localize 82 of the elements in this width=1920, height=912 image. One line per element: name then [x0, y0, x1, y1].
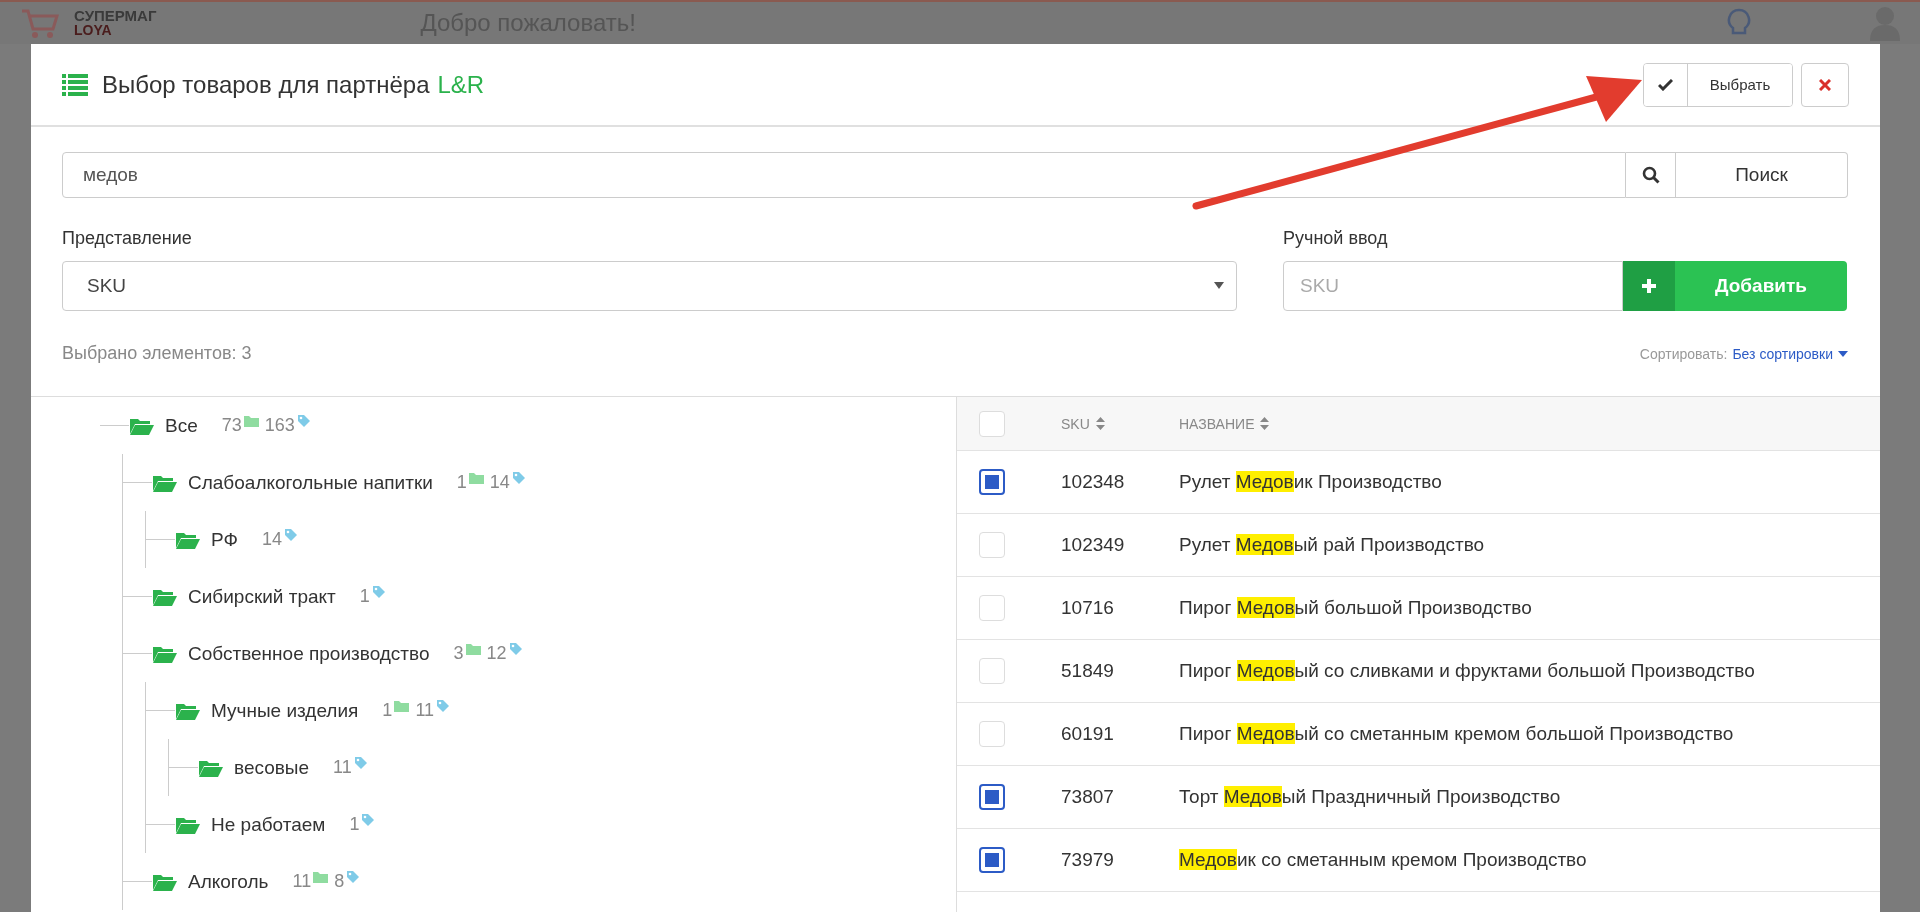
close-icon	[1819, 78, 1831, 91]
item-count: 12	[486, 643, 507, 664]
sort-icon[interactable]	[1260, 417, 1270, 430]
table-cell-text: 51849	[1061, 660, 1115, 682]
caret-icon	[1838, 350, 1848, 357]
check-icon	[1658, 78, 1673, 91]
tree-item[interactable]: Слабоалкогольные напитки	[188, 471, 433, 494]
tag-icon	[508, 641, 523, 656]
plus-button[interactable]	[1623, 261, 1675, 311]
item-count: 8	[334, 871, 345, 892]
row-checkbox[interactable]	[979, 784, 1005, 810]
table-cell: Торт Медовый Праздничный Производство	[1179, 786, 1561, 808]
item-count: 163	[264, 415, 295, 436]
close-button[interactable]	[1801, 62, 1849, 107]
sort-label: Сортировать:	[1639, 345, 1728, 362]
folder-icon	[394, 699, 410, 712]
folder-count: 1	[382, 700, 393, 721]
tree-item[interactable]: Мучные изделия	[211, 699, 359, 722]
tree-item[interactable]: Собственное производство	[188, 642, 430, 665]
table-cell: Пирог Медовый большой Производство	[1179, 597, 1532, 619]
table-cell: Рулет Медовик Производство	[1179, 471, 1442, 493]
row-checkbox[interactable]	[979, 469, 1005, 495]
table-cell-text: 102348	[1061, 471, 1126, 493]
folder-count: 3	[453, 643, 464, 664]
sort-icon[interactable]	[1095, 417, 1105, 430]
table-cell-text: 102349	[1061, 534, 1126, 556]
folder-count: 11	[292, 871, 312, 892]
partner-name: L&R	[437, 70, 485, 99]
sort-dropdown[interactable]: Без сортировки	[1732, 345, 1848, 362]
tree-item[interactable]: РФ	[211, 528, 238, 551]
tag-icon	[296, 413, 311, 428]
search-button[interactable]: Поиск	[1676, 152, 1848, 198]
folder-icon	[243, 414, 259, 427]
table-cell-text: 73807	[1061, 786, 1115, 808]
tree-item[interactable]: Не работаем	[211, 813, 326, 836]
plus-icon	[1641, 278, 1657, 294]
tag-icon	[511, 470, 526, 485]
selected-count: Выбрано элементов: 3	[62, 343, 253, 364]
table-cell: Пирог Медовый со сливками и фруктами большой Производство	[1179, 660, 1755, 682]
row-checkbox[interactable]	[979, 847, 1005, 873]
view-dropdown[interactable]: SKU	[62, 261, 1237, 311]
folder-count: 73	[221, 415, 242, 436]
folder-icon	[465, 642, 481, 655]
search-field[interactable]: медов	[62, 152, 1626, 198]
tag-icon	[371, 584, 386, 599]
item-count: 11	[415, 700, 435, 721]
table-cell-text: 10716	[1061, 597, 1115, 619]
table-cell-text: 73979	[1061, 849, 1115, 871]
tag-icon	[353, 755, 368, 770]
tree-item[interactable]: Алкоголь	[188, 870, 269, 893]
tree-item[interactable]: Все	[165, 414, 198, 437]
tag-icon	[361, 812, 376, 827]
table-cell-text: 60191	[1061, 723, 1115, 745]
logo-text: СУПЕРМАГ	[74, 8, 157, 23]
search-icon-button[interactable]	[1626, 152, 1676, 198]
table-cell: Пирог Медовый со сметанным кремом большой Производство	[1179, 723, 1734, 745]
search-icon	[1641, 166, 1660, 184]
field-label: Представление	[62, 228, 193, 249]
field-label: Ручной ввод	[1283, 228, 1389, 249]
tree-item[interactable]: Сибирский тракт	[188, 585, 336, 608]
folder-icon	[468, 471, 484, 484]
table-cell: Рулет Медовый рай Производство	[1179, 534, 1485, 556]
confirm-button[interactable]	[1644, 63, 1688, 106]
list-icon	[62, 73, 88, 96]
cart-icon	[20, 7, 60, 39]
table-cell: Медовик со сметанным кремом Производство	[1179, 849, 1587, 871]
item-count: 14	[489, 472, 510, 493]
sku-input-field[interactable]: SKU	[1283, 261, 1623, 311]
folder-icon	[313, 870, 329, 883]
logo-text: LOYA	[74, 23, 113, 38]
item-count: 1	[349, 814, 360, 835]
tag-icon	[346, 869, 361, 884]
item-count: 11	[333, 757, 352, 778]
tree-item[interactable]: весовые	[234, 756, 310, 779]
item-count: 14	[261, 529, 282, 550]
folder-count: 1	[456, 472, 467, 493]
item-count: 1	[359, 586, 370, 607]
modal-title: Выбор товаров для партнёра	[102, 70, 430, 99]
caret-icon	[1214, 282, 1224, 290]
select-all-checkbox[interactable]	[979, 410, 1005, 437]
tag-icon	[436, 698, 451, 713]
tag-icon	[283, 527, 298, 542]
